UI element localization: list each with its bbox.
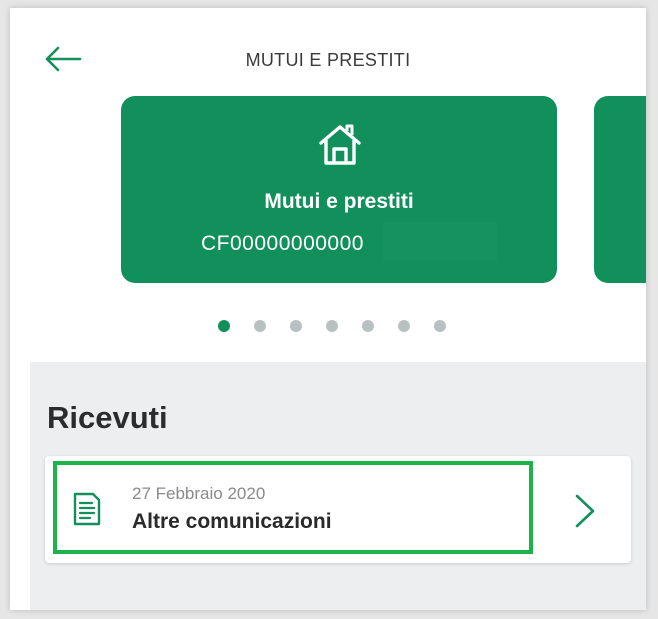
page-title: MUTUI E PRESTITI [245,50,411,70]
card-code: CF00000000000 [201,232,364,255]
account-card[interactable]: Mutui e prestiti CF00000000000 [121,96,557,283]
masked-value [383,222,497,260]
carousel-dot[interactable] [398,320,410,332]
carousel-dot[interactable] [254,320,266,332]
chevron-right-icon [575,494,595,528]
section-title: Ricevuti [47,400,168,435]
carousel-dot[interactable] [434,320,446,332]
highlight-box [53,461,533,554]
carousel-indicator [218,320,446,334]
app-screen: MUTUI E PRESTITI Mutui e prestiti CF0000… [10,8,646,610]
list-item[interactable]: 27 Febbraio 2020 Altre comunicazioni [45,456,631,563]
carousel-dot[interactable] [362,320,374,332]
home-icon [319,124,361,165]
carousel-dot[interactable] [290,320,302,332]
top-bar: MUTUI E PRESTITI [10,8,646,98]
received-section: Ricevuti 27 Febbraio 2020 Altre comunica… [30,362,646,610]
carousel-dot[interactable] [218,320,230,332]
card-name: Mutui e prestiti [264,190,414,213]
next-card-peek[interactable] [594,96,646,283]
carousel-dot[interactable] [326,320,338,332]
